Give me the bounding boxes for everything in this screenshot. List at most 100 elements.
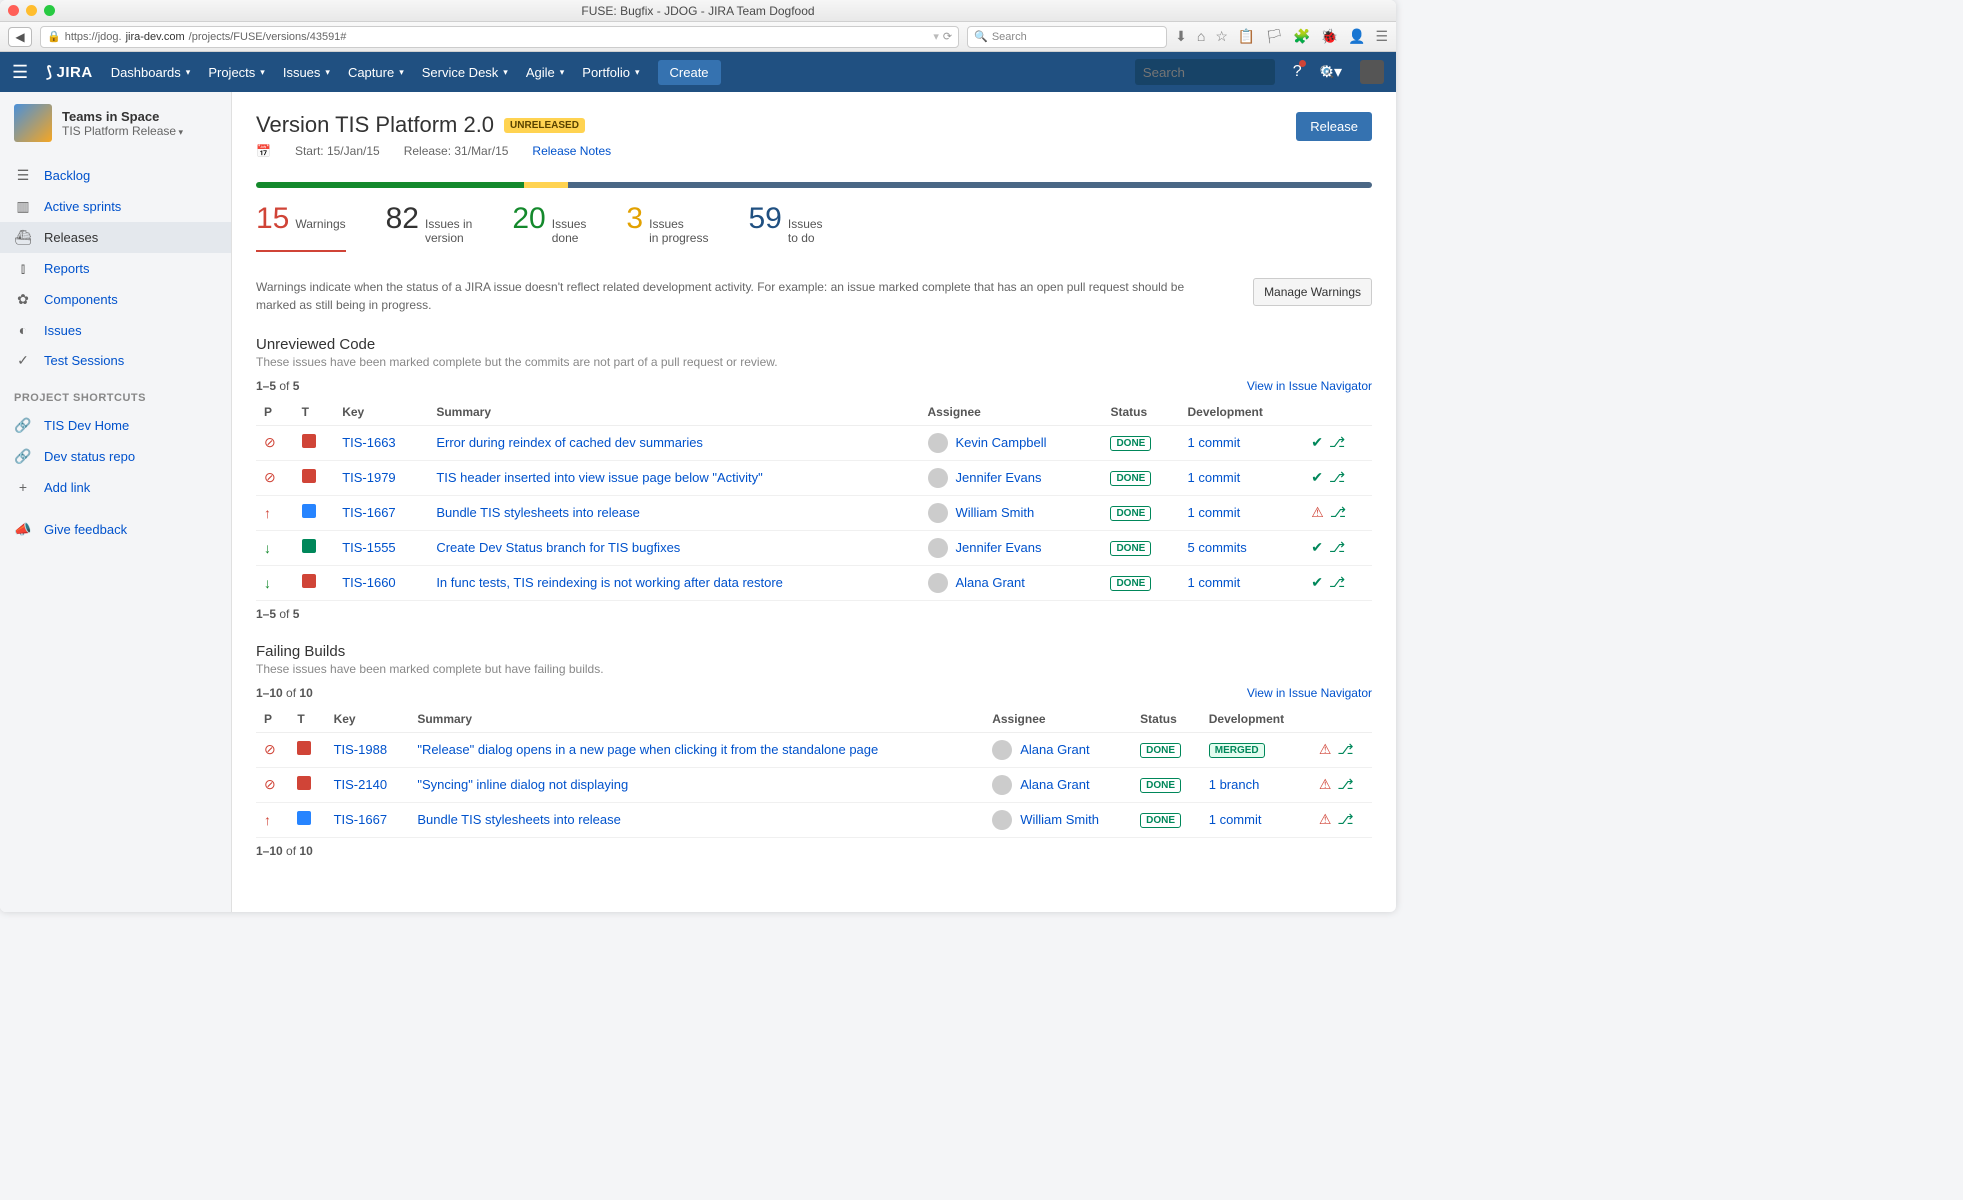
nav-dashboards[interactable]: Dashboards bbox=[111, 65, 191, 80]
assignee-avatar[interactable] bbox=[928, 573, 948, 593]
stat-issues in[interactable]: 82Issues inversion bbox=[386, 202, 473, 252]
issue-summary-link[interactable]: Create Dev Status branch for TIS bugfixe… bbox=[436, 540, 680, 555]
col-development[interactable]: Development bbox=[1180, 399, 1304, 426]
col-p[interactable]: P bbox=[256, 399, 294, 426]
nav-projects[interactable]: Projects bbox=[208, 65, 265, 80]
nav-service-desk[interactable]: Service Desk bbox=[422, 65, 508, 80]
col-p[interactable]: P bbox=[256, 706, 289, 733]
url-bar[interactable]: 🔒 https://jdog.jira-dev.com/projects/FUS… bbox=[40, 26, 959, 48]
stat-warnings[interactable]: 15Warnings bbox=[256, 202, 346, 252]
dev-link[interactable]: 1 commit bbox=[1188, 435, 1241, 450]
browser-search[interactable]: 🔍 Search bbox=[967, 26, 1167, 48]
menu-icon[interactable]: ☰ bbox=[1375, 28, 1388, 45]
shortcut-dev-status-repo[interactable]: 🔗Dev status repo bbox=[0, 441, 231, 472]
col-status[interactable]: Status bbox=[1132, 706, 1201, 733]
assignee-link[interactable]: Jennifer Evans bbox=[956, 470, 1042, 485]
assignee-avatar[interactable] bbox=[992, 775, 1012, 795]
jira-search[interactable]: 🔍 bbox=[1135, 59, 1275, 85]
col-summary[interactable]: Summary bbox=[409, 706, 984, 733]
view-navigator-link[interactable]: View in Issue Navigator bbox=[1247, 686, 1372, 700]
col-t[interactable]: T bbox=[289, 706, 325, 733]
maximize-window-button[interactable] bbox=[44, 5, 55, 16]
sidebar-item-components[interactable]: ✿Components bbox=[0, 284, 231, 315]
project-icon[interactable] bbox=[14, 104, 52, 142]
manage-warnings-button[interactable]: Manage Warnings bbox=[1253, 278, 1372, 306]
issue-key-link[interactable]: TIS-1667 bbox=[342, 505, 395, 520]
stat-issues[interactable]: 20Issuesdone bbox=[512, 202, 586, 252]
sidebar-item-test-sessions[interactable]: ✓Test Sessions bbox=[0, 345, 231, 376]
issue-key-link[interactable]: TIS-2140 bbox=[334, 777, 387, 792]
issue-summary-link[interactable]: TIS header inserted into view issue page… bbox=[436, 470, 762, 485]
assignee-link[interactable]: William Smith bbox=[1020, 812, 1099, 827]
issue-summary-link[interactable]: Error during reindex of cached dev summa… bbox=[436, 435, 703, 450]
issue-key-link[interactable]: TIS-1988 bbox=[334, 742, 387, 757]
sidebar-item-active-sprints[interactable]: ▥Active sprints bbox=[0, 191, 231, 222]
view-navigator-link[interactable]: View in Issue Navigator bbox=[1247, 379, 1372, 393]
assignee-link[interactable]: Alana Grant bbox=[1020, 777, 1089, 792]
release-notes-link[interactable]: Release Notes bbox=[532, 144, 611, 158]
person-icon[interactable]: 👤 bbox=[1348, 28, 1365, 45]
clipboard-icon[interactable]: 📋 bbox=[1238, 28, 1255, 45]
dev-link[interactable]: 5 commits bbox=[1188, 540, 1247, 555]
back-button[interactable]: ◀ bbox=[8, 27, 32, 47]
assignee-link[interactable]: Jennifer Evans bbox=[956, 540, 1042, 555]
home-icon[interactable]: ⌂ bbox=[1197, 28, 1205, 45]
close-window-button[interactable] bbox=[8, 5, 19, 16]
col-assignee[interactable]: Assignee bbox=[920, 399, 1103, 426]
assignee-avatar[interactable] bbox=[928, 503, 948, 523]
issue-summary-link[interactable]: Bundle TIS stylesheets into release bbox=[417, 812, 621, 827]
issue-summary-link[interactable]: "Release" dialog opens in a new page whe… bbox=[417, 742, 878, 757]
download-icon[interactable]: ⬇ bbox=[1175, 28, 1187, 45]
assignee-avatar[interactable] bbox=[928, 433, 948, 453]
settings-icon[interactable]: ⚙▾ bbox=[1320, 62, 1342, 82]
minimize-window-button[interactable] bbox=[26, 5, 37, 16]
dev-link[interactable]: 1 commit bbox=[1209, 812, 1262, 827]
give-feedback[interactable]: 📣 Give feedback bbox=[0, 514, 231, 545]
assignee-link[interactable]: Kevin Campbell bbox=[956, 435, 1047, 450]
project-release-dropdown[interactable]: TIS Platform Release bbox=[62, 124, 183, 138]
col-key[interactable]: Key bbox=[326, 706, 410, 733]
issue-key-link[interactable]: TIS-1660 bbox=[342, 575, 395, 590]
star-icon[interactable]: ☆ bbox=[1215, 28, 1228, 45]
app-switcher-icon[interactable]: ☰ bbox=[12, 62, 28, 83]
col-t[interactable]: T bbox=[294, 399, 335, 426]
sidebar-item-reports[interactable]: ⫾Reports bbox=[0, 253, 231, 284]
sidebar-item-backlog[interactable]: ☰Backlog bbox=[0, 160, 231, 191]
issue-summary-link[interactable]: Bundle TIS stylesheets into release bbox=[436, 505, 640, 520]
issue-key-link[interactable]: TIS-1555 bbox=[342, 540, 395, 555]
assignee-avatar[interactable] bbox=[928, 538, 948, 558]
assignee-avatar[interactable] bbox=[928, 468, 948, 488]
sidebar-item-issues[interactable]: ◐Issues bbox=[0, 315, 231, 345]
puzzle-icon[interactable]: 🧩 bbox=[1293, 28, 1310, 45]
issue-key-link[interactable]: TIS-1667 bbox=[334, 812, 387, 827]
issue-summary-link[interactable]: "Syncing" inline dialog not displaying bbox=[417, 777, 628, 792]
jira-logo[interactable]: ⟆JIRA bbox=[46, 63, 93, 81]
nav-agile[interactable]: Agile bbox=[526, 65, 564, 80]
release-button[interactable]: Release bbox=[1296, 112, 1372, 141]
issue-summary-link[interactable]: In func tests, TIS reindexing is not wor… bbox=[436, 575, 783, 590]
dev-link[interactable]: 1 commit bbox=[1188, 505, 1241, 520]
assignee-link[interactable]: William Smith bbox=[956, 505, 1035, 520]
col-development[interactable]: Development bbox=[1201, 706, 1311, 733]
bug-icon[interactable]: 🐞 bbox=[1321, 28, 1338, 45]
nav-capture[interactable]: Capture bbox=[348, 65, 404, 80]
assignee-avatar[interactable] bbox=[992, 740, 1012, 760]
assignee-link[interactable]: Alana Grant bbox=[1020, 742, 1089, 757]
stat-issues[interactable]: 3Issuesin progress bbox=[626, 202, 708, 252]
reload-icon[interactable]: ⟳ bbox=[943, 30, 952, 43]
col-assignee[interactable]: Assignee bbox=[984, 706, 1132, 733]
dev-link[interactable]: 1 commit bbox=[1188, 470, 1241, 485]
col-summary[interactable]: Summary bbox=[428, 399, 919, 426]
issue-key-link[interactable]: TIS-1663 bbox=[342, 435, 395, 450]
help-icon[interactable]: ? bbox=[1293, 63, 1302, 81]
shortcut-add-link[interactable]: +Add link bbox=[0, 472, 231, 502]
reader-icon[interactable]: ▾ bbox=[933, 30, 939, 43]
dev-link[interactable]: 1 branch bbox=[1209, 777, 1260, 792]
stat-issues[interactable]: 59Issuesto do bbox=[748, 202, 822, 252]
user-avatar[interactable] bbox=[1360, 60, 1384, 84]
nav-portfolio[interactable]: Portfolio bbox=[582, 65, 639, 80]
create-button[interactable]: Create bbox=[658, 60, 721, 85]
dev-link[interactable]: 1 commit bbox=[1188, 575, 1241, 590]
progress-bar[interactable] bbox=[256, 182, 1372, 188]
shortcut-tis-dev-home[interactable]: 🔗TIS Dev Home bbox=[0, 410, 231, 441]
